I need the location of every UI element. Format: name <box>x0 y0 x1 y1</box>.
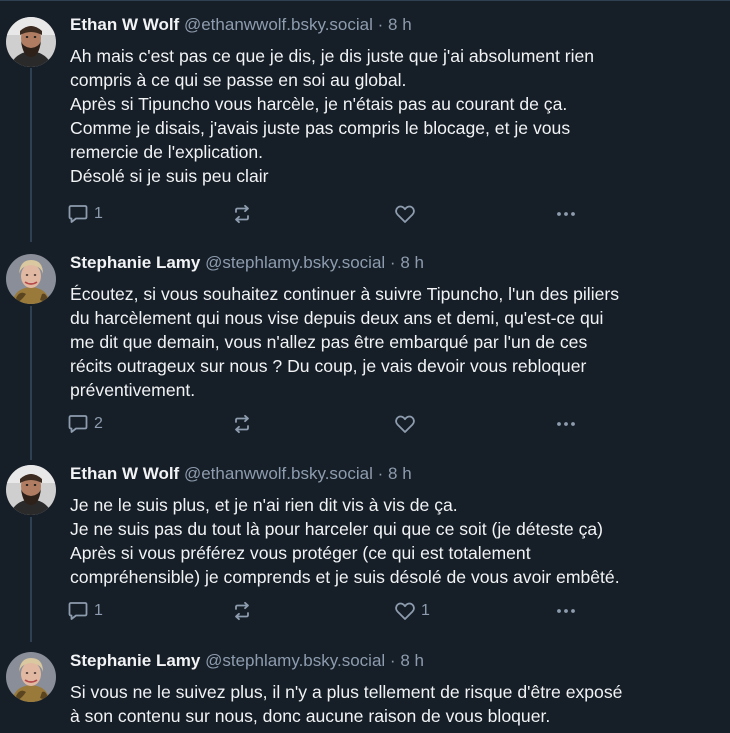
post-actions: 1 1 <box>66 599 586 623</box>
post-text-line: Si vous ne le suivez plus, il n'y a plus… <box>70 682 623 702</box>
reply-count: 1 <box>94 602 103 619</box>
post-header: Stephanie Lamy @stephlamy.bsky.social · … <box>70 252 424 274</box>
post-text: Ah mais c'est pas ce que je dis, je dis … <box>70 44 720 188</box>
author-name[interactable]: Ethan W Wolf <box>70 464 179 483</box>
reply-count: 1 <box>94 205 103 222</box>
repost-button[interactable] <box>230 599 258 623</box>
reply-icon <box>66 202 90 226</box>
post-text: Si vous ne le suivez plus, il n'y a plus… <box>70 680 720 728</box>
reply-icon <box>66 599 90 623</box>
post-actions: 1 <box>66 202 586 226</box>
timestamp[interactable]: 8 h <box>400 651 424 670</box>
repost-button[interactable] <box>230 412 258 436</box>
post-text-line: compréhensible) je comprends et je suis … <box>70 567 620 587</box>
post-item[interactable]: Stephanie Lamy @stephlamy.bsky.social · … <box>0 650 730 733</box>
author-name[interactable]: Stephanie Lamy <box>70 651 200 670</box>
more-options-button[interactable] <box>554 412 578 436</box>
more-options-button[interactable] <box>554 202 578 226</box>
post-text-line: préventivement. <box>70 380 196 400</box>
author-handle[interactable]: @ethanwwolf.bsky.social <box>184 15 373 34</box>
author-handle[interactable]: @ethanwwolf.bsky.social <box>184 464 373 483</box>
post-header: Ethan W Wolf @ethanwwolf.bsky.social · 8… <box>70 463 412 485</box>
post-text-line: à son contenu sur nous, donc aucune rais… <box>70 706 551 726</box>
heart-icon <box>393 599 417 623</box>
like-button[interactable]: 1 <box>393 599 430 623</box>
reply-count: 2 <box>94 415 103 432</box>
post-text-line: Je ne suis pas du tout là pour harceler … <box>70 519 604 539</box>
post-text-line: Ah mais c'est pas ce que je dis, je dis … <box>70 46 595 66</box>
repost-button[interactable] <box>230 202 258 226</box>
timestamp[interactable]: 8 h <box>388 464 412 483</box>
more-options-icon <box>554 412 578 436</box>
post-text-line: récits outrageux sur nous ? Du coup, je … <box>70 356 587 376</box>
reply-icon <box>66 412 90 436</box>
separator: · <box>389 253 396 272</box>
separator: · <box>389 651 396 670</box>
post-item[interactable]: Ethan W Wolf @ethanwwolf.bsky.social · 8… <box>0 14 730 234</box>
like-count: 1 <box>421 602 430 619</box>
post-header: Ethan W Wolf @ethanwwolf.bsky.social · 8… <box>70 14 412 36</box>
post-text: Je ne le suis plus, et je n'ai rien dit … <box>70 493 720 589</box>
timestamp[interactable]: 8 h <box>388 15 412 34</box>
like-button[interactable] <box>393 202 421 226</box>
post-item[interactable]: Ethan W Wolf @ethanwwolf.bsky.social · 8… <box>0 463 730 633</box>
post-text-line: Désolé si je suis peu clair <box>70 166 269 186</box>
post-text-line: me dit que demain, vous n'allez pas être… <box>70 332 588 352</box>
author-handle[interactable]: @stephlamy.bsky.social <box>205 253 385 272</box>
more-options-icon <box>554 599 578 623</box>
post-thread: Ethan W Wolf @ethanwwolf.bsky.social · 8… <box>0 0 730 733</box>
author-name[interactable]: Stephanie Lamy <box>70 253 200 272</box>
post-text-line: remercie de l'explication. <box>70 142 264 162</box>
author-handle[interactable]: @stephlamy.bsky.social <box>205 651 385 670</box>
avatar[interactable] <box>6 652 56 702</box>
repost-icon <box>230 412 254 436</box>
post-item[interactable]: Stephanie Lamy @stephlamy.bsky.social · … <box>0 252 730 452</box>
post-text-line: Je ne le suis plus, et je n'ai rien dit … <box>70 495 458 515</box>
post-text-line: compris à ce qui se passe en soi au glob… <box>70 70 407 90</box>
heart-icon <box>393 412 417 436</box>
post-text-line: du harcèlement qui nous vise depuis deux… <box>70 308 604 328</box>
separator: · <box>377 464 384 483</box>
post-header: Stephanie Lamy @stephlamy.bsky.social · … <box>70 650 424 672</box>
reply-button[interactable]: 1 <box>66 599 103 623</box>
post-text-line: Comme je disais, j'avais juste pas compr… <box>70 118 571 138</box>
divider <box>0 0 730 1</box>
post-text-line: Après si vous préférez vous protéger (ce… <box>70 543 531 563</box>
post-text-line: Écoutez, si vous souhaitez continuer à s… <box>70 284 620 304</box>
heart-icon <box>393 202 417 226</box>
more-options-icon <box>554 202 578 226</box>
avatar[interactable] <box>6 465 56 515</box>
timestamp[interactable]: 8 h <box>400 253 424 272</box>
reply-button[interactable]: 1 <box>66 202 103 226</box>
repost-icon <box>230 202 254 226</box>
more-options-button[interactable] <box>554 599 578 623</box>
repost-icon <box>230 599 254 623</box>
post-actions: 2 <box>66 412 586 436</box>
like-button[interactable] <box>393 412 421 436</box>
post-text-line: Après si Tipuncho vous harcèle, je n'éta… <box>70 94 568 114</box>
reply-button[interactable]: 2 <box>66 412 103 436</box>
post-text: Écoutez, si vous souhaitez continuer à s… <box>70 282 720 402</box>
author-name[interactable]: Ethan W Wolf <box>70 15 179 34</box>
separator: · <box>377 15 384 34</box>
avatar[interactable] <box>6 254 56 304</box>
avatar[interactable] <box>6 17 56 67</box>
